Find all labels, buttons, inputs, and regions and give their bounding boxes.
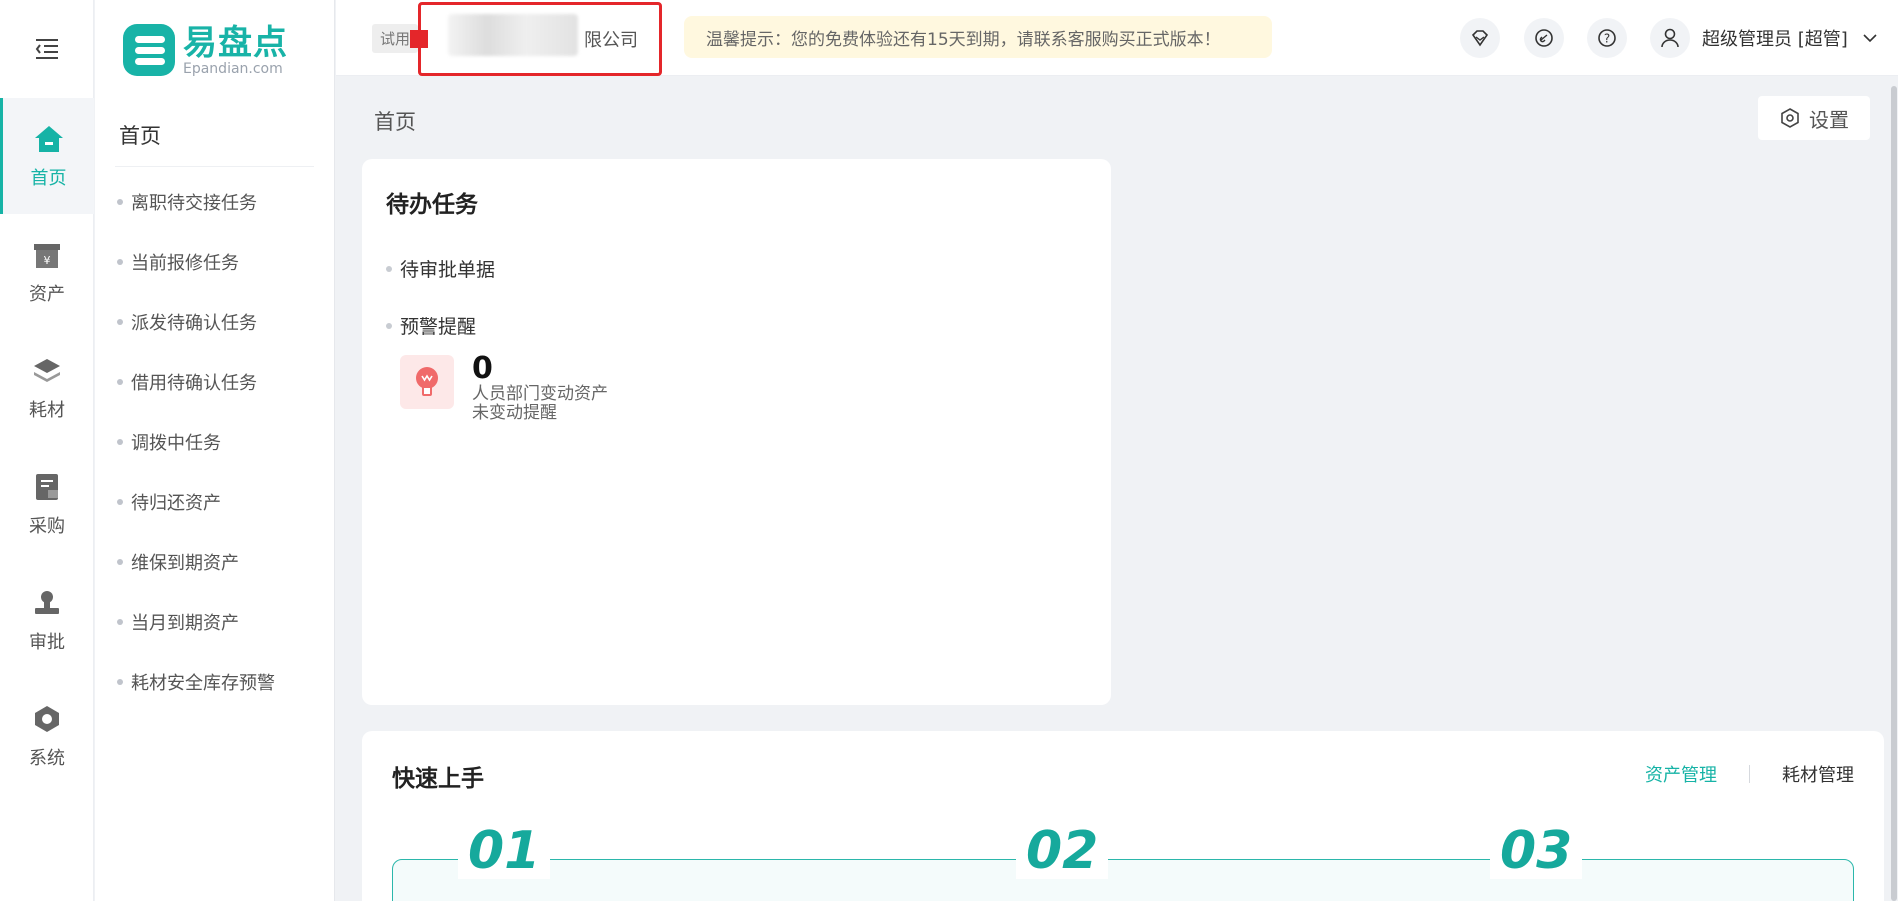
scrollbar-thumb[interactable] xyxy=(1891,86,1897,901)
help-button[interactable]: ? xyxy=(1587,18,1627,58)
submenu-item-repair[interactable]: 当前报修任务 xyxy=(117,232,275,292)
step-number: 03 xyxy=(1490,823,1583,879)
rail-item-home[interactable]: 首页 xyxy=(0,98,94,214)
pending-approval-section[interactable]: 待审批单据 xyxy=(386,255,495,282)
settings-hexagon-icon xyxy=(1781,108,1799,128)
svg-text:¥: ¥ xyxy=(44,254,51,267)
submenu-item-resign-handover[interactable]: 离职待交接任务 xyxy=(117,172,275,232)
quick-start-tabs: 资产管理 耗材管理 xyxy=(1645,761,1854,787)
icon-rail: 首页 ¥ 资产 耗材 采购 审批 系统 xyxy=(0,0,94,901)
submenu-item-return[interactable]: 待归还资产 xyxy=(117,472,275,532)
rail-item-label: 系统 xyxy=(29,748,65,769)
rail-item-approval[interactable]: 审批 xyxy=(0,562,94,678)
svg-text:?: ? xyxy=(1604,32,1610,46)
step-number: 02 xyxy=(1016,823,1109,879)
tab-consumable-management[interactable]: 耗材管理 xyxy=(1782,761,1854,787)
alert-count: 0 xyxy=(472,351,493,386)
tab-separator xyxy=(1749,765,1750,783)
alert-section: 预警提醒 xyxy=(386,312,476,339)
quick-start-title: 快速上手 xyxy=(392,766,484,792)
rail-item-label: 耗材 xyxy=(29,400,65,421)
diamond-upgrade-button[interactable] xyxy=(1460,18,1500,58)
submenu-item-month-due[interactable]: 当月到期资产 xyxy=(117,592,275,652)
rail-item-label: 资产 xyxy=(29,284,65,305)
diamond-icon xyxy=(1471,30,1489,47)
todo-card: 待办任务 待审批单据 预警提醒 0 人员部门变动资产 未变动提醒 xyxy=(362,159,1111,705)
user-name: 超级管理员 [超管] xyxy=(1702,29,1848,50)
lightbulb-icon xyxy=(400,355,454,409)
submenu-list: 离职待交接任务 当前报修任务 派发待确认任务 借用待确认任务 调拨中任务 待归还… xyxy=(117,172,275,712)
tab-asset-management[interactable]: 资产管理 xyxy=(1645,761,1717,787)
company-name[interactable]: 限公司 xyxy=(584,26,638,52)
chevron-down-icon xyxy=(1863,34,1877,43)
divider xyxy=(115,166,314,167)
submenu-item-transfer[interactable]: 调拨中任务 xyxy=(117,412,275,472)
link-icon xyxy=(1535,29,1553,47)
alert-item-dept-change[interactable]: 0 人员部门变动资产 未变动提醒 xyxy=(400,351,608,423)
alert-label-line2: 未变动提醒 xyxy=(472,403,557,423)
logo-text: 易盘点 xyxy=(183,23,288,63)
purchase-doc-icon xyxy=(30,470,64,504)
user-menu[interactable]: 超级管理员 [超管] xyxy=(1650,18,1878,58)
company-name-redacted xyxy=(448,14,578,56)
layers-icon xyxy=(30,354,64,388)
breadcrumb: 首页 xyxy=(374,110,416,134)
help-icon: ? xyxy=(1598,29,1616,47)
steps-box xyxy=(392,859,1854,901)
submenu-item-borrow-confirm[interactable]: 借用待确认任务 xyxy=(117,352,275,412)
rail-item-asset[interactable]: ¥ 资产 xyxy=(0,214,94,330)
submenu-item-stock-alert[interactable]: 耗材安全库存预警 xyxy=(117,652,275,712)
alert-label-line1: 人员部门变动资产 xyxy=(472,384,608,404)
logo-mark-icon xyxy=(123,24,175,76)
rail-item-consumable[interactable]: 耗材 xyxy=(0,330,94,446)
quick-start-card: 快速上手 资产管理 耗材管理 01 02 03 xyxy=(362,731,1884,901)
link-button[interactable] xyxy=(1524,18,1564,58)
page-scrollbar[interactable] xyxy=(1890,86,1898,901)
rail-item-label: 采购 xyxy=(29,516,65,537)
submenu-item-dispatch-confirm[interactable]: 派发待确认任务 xyxy=(117,292,275,352)
menu-collapse-icon[interactable] xyxy=(34,36,60,62)
todo-title: 待办任务 xyxy=(386,192,478,218)
approval-stamp-icon xyxy=(30,586,64,620)
logo-domain: Epandian.com xyxy=(183,61,283,77)
rail-item-purchase[interactable]: 采购 xyxy=(0,446,94,562)
rail-item-label: 首页 xyxy=(30,168,67,189)
step-number: 01 xyxy=(458,823,551,879)
asset-box-icon: ¥ xyxy=(30,238,64,272)
settings-button[interactable]: 设置 xyxy=(1758,96,1870,140)
logo[interactable]: 易盘点 Epandian.com xyxy=(123,20,303,80)
trial-notice: 温馨提示：您的免费体验还有15天到期，请联系客服购买正式版本！ xyxy=(684,16,1272,58)
rail-item-system[interactable]: 系统 xyxy=(0,678,94,794)
top-header: 试用 限公司 温馨提示：您的免费体验还有15天到期，请联系客服购买正式版本！ ?… xyxy=(336,0,1898,76)
hexagon-settings-icon xyxy=(30,702,64,736)
user-icon xyxy=(1650,18,1690,58)
secondary-menu: 易盘点 Epandian.com 首页 离职待交接任务 当前报修任务 派发待确认… xyxy=(95,0,335,901)
submenu-item-maintenance-due[interactable]: 维保到期资产 xyxy=(117,532,275,592)
submenu-title: 首页 xyxy=(119,124,161,148)
home-icon xyxy=(32,122,66,156)
rail-item-label: 审批 xyxy=(29,632,65,653)
